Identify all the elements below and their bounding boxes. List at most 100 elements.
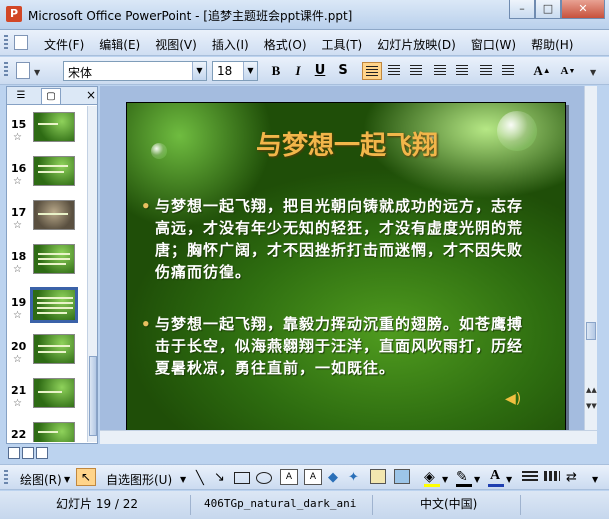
slide-thumbnail[interactable]: 21 ☆ xyxy=(7,378,87,422)
animation-star-icon: ☆ xyxy=(13,354,22,365)
menu-insert[interactable]: 插入(I) xyxy=(212,36,249,53)
menu-tools[interactable]: 工具(T) xyxy=(322,36,363,53)
arrow-tool-icon[interactable]: ↘ xyxy=(214,470,225,485)
formatting-toolbar: ▼ 宋体 ▼ 18 ▼ B I U S A▲ A▼ ▼ xyxy=(0,57,609,85)
line-style-icon[interactable] xyxy=(522,471,538,481)
autoshapes-button[interactable]: 自选图形(U) xyxy=(106,471,172,488)
slide-canvas[interactable]: 与梦想一起飞翔 与梦想一起飞翔，把目光朝向铸就成功的远方，志存高远，才没有年少无… xyxy=(126,102,566,432)
chevron-down-icon[interactable]: ▼ xyxy=(506,475,512,484)
shrink-font-button[interactable]: A▼ xyxy=(558,62,578,80)
chevron-down-icon[interactable]: ▼ xyxy=(64,475,70,484)
document-icon[interactable] xyxy=(14,35,28,50)
chevron-down-icon[interactable]: ▼ xyxy=(442,475,448,484)
close-button[interactable]: ✕ xyxy=(561,0,605,19)
maximize-button[interactable]: □ xyxy=(535,0,561,19)
thumbnail-text-line xyxy=(38,391,62,393)
vertical-textbox-icon[interactable]: A xyxy=(304,469,322,485)
chevron-down-icon[interactable]: ▼ xyxy=(474,475,480,484)
select-pointer-icon[interactable]: ↖ xyxy=(76,468,96,486)
font-color-icon[interactable]: A xyxy=(490,468,500,484)
thumbnail-scrollbar[interactable] xyxy=(87,106,97,442)
slide-title[interactable]: 与梦想一起飞翔 xyxy=(127,125,567,162)
scrollbar-thumb[interactable] xyxy=(586,322,596,340)
shadow-button[interactable]: S xyxy=(333,62,353,80)
dash-style-icon[interactable] xyxy=(544,471,560,481)
chevron-down-icon[interactable]: ▼ xyxy=(192,62,206,80)
line-color-icon[interactable]: ✎ xyxy=(456,469,468,485)
toolbar-options-icon[interactable]: ▼ xyxy=(592,475,598,484)
slide-thumbnail[interactable]: 18 ☆ xyxy=(7,244,87,288)
line-tool-icon[interactable]: ╲ xyxy=(196,471,204,486)
numbering-button[interactable] xyxy=(430,62,450,80)
animation-star-icon: ☆ xyxy=(13,310,22,321)
menu-file[interactable]: 文件(F) xyxy=(44,36,84,53)
slide-number: 17 xyxy=(11,206,27,219)
underline-button[interactable]: U xyxy=(310,62,330,80)
slide-thumbnail[interactable]: 20 ☆ xyxy=(7,334,87,378)
align-center-button[interactable] xyxy=(384,62,404,80)
language-indicator: 中文(中国) xyxy=(420,497,478,511)
previous-slide-icon[interactable]: ▲▲ xyxy=(586,386,597,394)
draw-menu-button[interactable]: 绘图(R) xyxy=(20,471,62,488)
thumbnail-text-line xyxy=(38,171,64,173)
new-slide-icon[interactable] xyxy=(16,62,30,79)
speaker-icon[interactable]: ◀) xyxy=(505,391,521,407)
slide-thumbnail-selected[interactable]: 19 ☆ xyxy=(7,287,87,334)
view-buttons xyxy=(6,445,98,463)
slide-thumbnail[interactable]: 17 ☆ xyxy=(7,200,87,244)
wordart-icon[interactable]: ◆ xyxy=(328,470,338,485)
grow-font-button[interactable]: A▲ xyxy=(532,62,552,80)
rectangle-tool-icon[interactable] xyxy=(234,472,250,484)
slide-bullet[interactable]: 与梦想一起飞翔，把目光朝向铸就成功的远方，志存高远，才没有年少无知的轻狂，才没有… xyxy=(141,195,525,283)
toolbar-options-icon[interactable]: ▼ xyxy=(590,68,596,77)
align-left-button[interactable] xyxy=(362,62,382,80)
arrow-style-icon[interactable]: ⇄ xyxy=(566,470,577,485)
slide-number: 21 xyxy=(11,384,27,397)
slide-sorter-icon[interactable] xyxy=(22,447,34,459)
minimize-button[interactable]: – xyxy=(509,0,535,19)
align-right-button[interactable] xyxy=(406,62,426,80)
bullets-button[interactable] xyxy=(452,62,472,80)
font-name-select[interactable]: 宋体 ▼ xyxy=(63,61,207,81)
oval-tool-icon[interactable] xyxy=(256,472,272,484)
slide-thumbnail[interactable]: 22 ☆ xyxy=(7,422,87,442)
slideshow-icon[interactable] xyxy=(36,447,48,459)
diagram-icon[interactable]: ✦ xyxy=(348,470,359,485)
bold-button[interactable]: B xyxy=(266,62,286,80)
font-size-select[interactable]: 18 ▼ xyxy=(212,61,258,81)
picture-icon[interactable] xyxy=(394,469,410,484)
clipart-icon[interactable] xyxy=(370,469,386,484)
textbox-tool-icon[interactable]: A xyxy=(280,469,298,485)
menu-slideshow[interactable]: 幻灯片放映(D) xyxy=(377,36,456,53)
decrease-indent-button[interactable] xyxy=(476,62,496,80)
slide-thumbnail[interactable]: 16 ☆ xyxy=(7,156,87,200)
slides-panel: ☰ ▢ × 15 ☆ 16 ☆ 17 ☆ 18 ☆ 19 ☆ 20 ☆ 21 ☆… xyxy=(6,86,98,444)
tab-slides[interactable]: ▢ xyxy=(41,88,61,104)
menu-edit[interactable]: 编辑(E) xyxy=(99,36,140,53)
italic-button[interactable]: I xyxy=(288,62,308,80)
status-bar: 幻灯片 19 / 22 406TGp_natural_dark_ani 中文(中… xyxy=(0,491,609,519)
scrollbar-thumb[interactable] xyxy=(89,356,97,436)
toolbar-grip-icon[interactable] xyxy=(4,62,8,78)
menu-view[interactable]: 视图(V) xyxy=(155,36,197,53)
tab-outline[interactable]: ☰ xyxy=(11,88,31,104)
fill-color-icon[interactable]: ◈ xyxy=(424,469,435,485)
menu-help[interactable]: 帮助(H) xyxy=(531,36,573,53)
toolbar-grip-icon[interactable] xyxy=(4,470,8,486)
chevron-down-icon[interactable]: ▼ xyxy=(180,475,186,484)
normal-view-icon[interactable] xyxy=(8,447,20,459)
slide-thumbnail[interactable]: 15 ☆ xyxy=(7,112,87,156)
slide-thumbnail-image xyxy=(33,112,75,142)
next-slide-icon[interactable]: ▼▼ xyxy=(586,402,597,410)
slide-horizontal-scrollbar[interactable] xyxy=(100,430,597,444)
toolbar-grip-icon[interactable] xyxy=(4,35,8,51)
panel-close-button[interactable]: × xyxy=(81,88,101,104)
increase-indent-button[interactable] xyxy=(498,62,518,80)
menu-window[interactable]: 窗口(W) xyxy=(471,36,516,53)
slide-bullet[interactable]: 与梦想一起飞翔，靠毅力挥动沉重的翅膀。如苍鹰搏击于长空，似海燕翱翔于汪洋，直面风… xyxy=(141,313,525,379)
menu-format[interactable]: 格式(O) xyxy=(264,36,307,53)
slide-vertical-scrollbar[interactable]: ▲▲ ▼▼ xyxy=(584,86,597,430)
grow-font-label: A xyxy=(533,63,543,78)
chevron-down-icon[interactable]: ▼ xyxy=(34,68,40,77)
chevron-down-icon[interactable]: ▼ xyxy=(243,62,257,80)
